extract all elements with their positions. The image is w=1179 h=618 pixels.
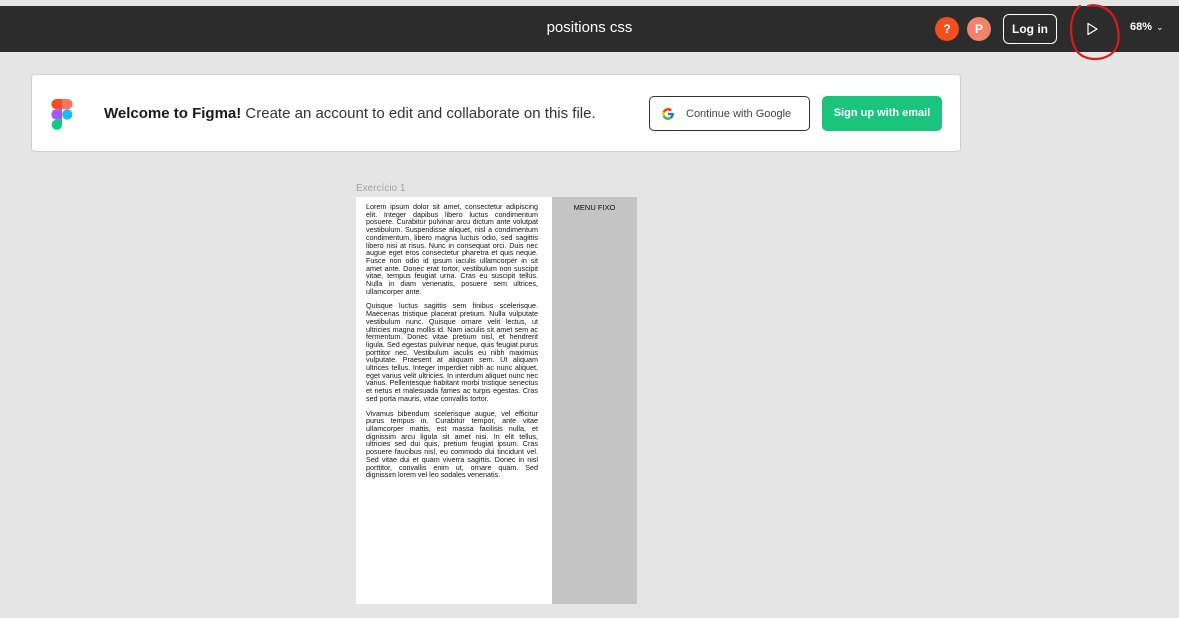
fixed-menu: MENU FIXO [552, 197, 637, 604]
figma-logo-icon [51, 99, 73, 130]
help-avatar[interactable]: ? [935, 17, 959, 41]
frame-exercicio-1[interactable]: Lorem ipsum dolor sit amet, consectetur … [356, 197, 637, 604]
frame-text-content: Lorem ipsum dolor sit amet, consectetur … [366, 203, 538, 486]
continue-with-google-button[interactable]: Continue with Google [649, 96, 810, 131]
fixed-menu-label: MENU FIXO [573, 203, 616, 212]
welcome-title: Welcome to Figma! [104, 105, 242, 122]
google-icon [662, 108, 674, 120]
paragraph: Vivamus bibendum scelerisque augue, vel … [366, 408, 538, 480]
user-avatar[interactable]: P [967, 17, 991, 41]
welcome-message: Welcome to Figma! Create an account to e… [104, 105, 596, 122]
zoom-dropdown[interactable]: 68% ⌄ [1130, 21, 1164, 33]
chevron-down-icon: ⌄ [1156, 22, 1164, 32]
login-button[interactable]: Log in [1003, 14, 1057, 44]
sign-up-with-email-button[interactable]: Sign up with email [822, 96, 942, 131]
zoom-level: 68% [1130, 21, 1153, 33]
paragraph: Lorem ipsum dolor sit amet, consectetur … [366, 202, 538, 296]
top-bar: positions css ? P Log in 68% ⌄ [0, 6, 1179, 52]
google-button-label: Continue with Google [686, 108, 792, 120]
welcome-text: Create an account to edit and collaborat… [241, 105, 596, 122]
paragraph: Quisque luctus sagittis sem finibus scel… [366, 301, 538, 403]
play-icon[interactable] [1085, 22, 1099, 36]
welcome-banner: Welcome to Figma! Create an account to e… [31, 74, 961, 152]
frame-label[interactable]: Exercício 1 [356, 183, 405, 194]
